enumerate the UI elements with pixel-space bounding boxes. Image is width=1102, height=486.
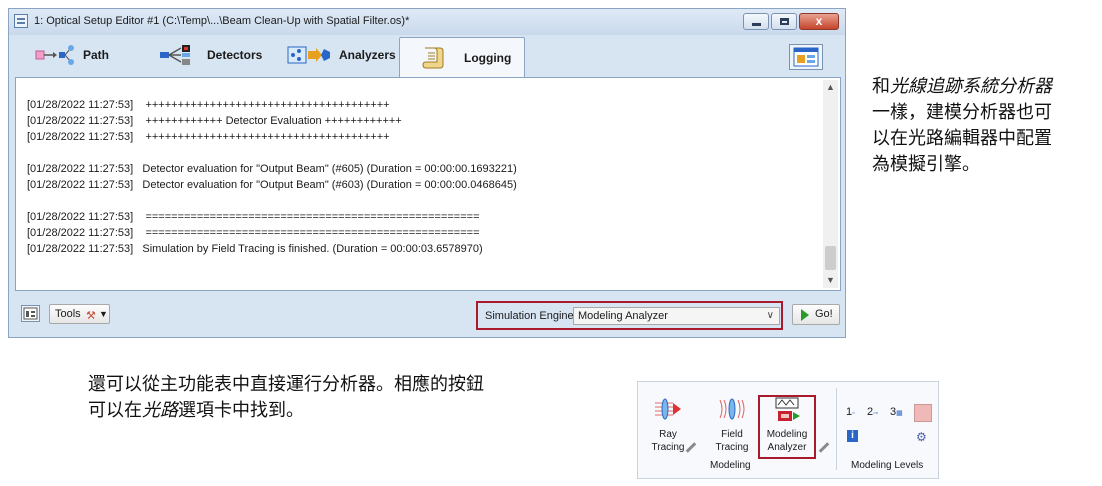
group-label-modeling-levels: Modeling Levels [851, 460, 924, 471]
level-2-button[interactable]: 2▫▫ [867, 406, 878, 418]
go-label: Go! [815, 308, 833, 320]
title-bar[interactable]: 1: Optical Setup Editor #1 (C:\Temp\...\… [9, 9, 845, 35]
side-note-line-3: 以在光路編輯器中配置 [872, 128, 1052, 149]
side-note: 和光線追跡系統分析器 一樣，建模分析器也可 以在光路編輯器中配置 為模擬引擎。 [872, 74, 1092, 178]
group-separator [836, 388, 837, 470]
side-note-line-4: 為模擬引擎。 [872, 154, 980, 175]
level-3-button[interactable]: 3▦ [890, 406, 903, 418]
scroll-down-icon[interactable]: ▼ [823, 273, 838, 288]
log-line: [01/28/2022 11:27:53] Detector evaluatio… [27, 179, 517, 191]
path-icon [35, 45, 74, 65]
chevron-down-icon: ▼ [99, 309, 108, 319]
ray-tracing-button[interactable]: Ray Tracing [646, 396, 690, 454]
analyzers-icon [287, 46, 330, 64]
group-label-modeling: Modeling [710, 460, 751, 471]
window-layout-icon[interactable] [789, 44, 823, 70]
simulation-engine-value: Modeling Analyzer [578, 310, 668, 322]
bottom-note: 還可以從主功能表中直接運行分析器。相應的按鈕 可以在光路選項卡中找到。 [88, 372, 484, 424]
ribbon-path-tab: Ray Tracing Field Tracing Modeling Analy… [637, 381, 939, 479]
info-glyph: i [851, 430, 854, 441]
scroll-thumb[interactable] [825, 246, 836, 270]
side-note-line-1: 和光線追跡系統分析器 [872, 74, 1092, 100]
tab-analyzers[interactable]: Analyzers [277, 37, 403, 73]
chevron-down-icon: ∨ [766, 310, 774, 321]
modeling-analyzer-icon [775, 397, 800, 421]
ray-tracing-icon [655, 398, 681, 420]
log-scrollbar[interactable]: ▲ ▼ [823, 80, 838, 288]
bottom-note-line-1: 還可以從主功能表中直接運行分析器。相應的按鈕 [88, 374, 484, 395]
logging-scroll-icon [422, 47, 444, 68]
dialog-icon [23, 307, 38, 320]
field-tracing-label-1: Field [721, 429, 743, 440]
level-3-icon: ▦ [896, 410, 903, 417]
bottom-note-text: 可以在 [88, 400, 142, 421]
tab-logging[interactable]: Logging [399, 37, 525, 77]
level-2-icon: ▫▫ [873, 410, 879, 417]
level-1-button[interactable]: 1▫ [846, 406, 855, 418]
editor-window-icon [14, 14, 28, 28]
field-tracing-label-2: Tracing [715, 442, 749, 453]
bottom-note-emphasis: 光路 [142, 400, 178, 421]
minimize-button[interactable] [743, 13, 769, 30]
optical-setup-editor-window: 1: Optical Setup Editor #1 (C:\Temp\...\… [8, 8, 846, 338]
log-line: [01/28/2022 11:27:53] ++++++++++++ Detec… [27, 115, 402, 127]
simulation-engine-group: Simulation Engine Modeling Analyzer ∨ [476, 301, 783, 330]
caption-buttons: x [743, 13, 839, 30]
modeling-analyzer-edit-icon[interactable] [818, 442, 830, 453]
editor-bottom-bar: Tools ⚒ ▼ Simulation Engine Modeling Ana… [15, 299, 841, 333]
maximize-button[interactable] [771, 13, 797, 30]
log-line: [01/28/2022 11:27:53] ==================… [27, 211, 480, 223]
tools-label: Tools [55, 308, 81, 320]
log-line: [01/28/2022 11:27:53] ++++++++++++++++++… [27, 99, 390, 111]
log-line: [01/28/2022 11:27:53] ++++++++++++++++++… [27, 131, 390, 143]
field-tracing-icon [719, 398, 745, 420]
go-button[interactable]: Go! [792, 304, 840, 325]
level-tools-icon[interactable]: ⚙ [916, 430, 927, 444]
scroll-up-icon[interactable]: ▲ [823, 80, 838, 95]
layout-icon [793, 47, 819, 67]
window-title: 1: Optical Setup Editor #1 (C:\Temp\...\… [34, 15, 410, 27]
tab-label: Analyzers [339, 48, 396, 62]
bottom-note-text: 選項卡中找到。 [178, 400, 304, 421]
close-button[interactable]: x [799, 13, 839, 30]
tools-wrench-icon: ⚒ [86, 310, 96, 322]
info-icon[interactable]: i [847, 430, 858, 442]
simulation-engine-label: Simulation Engine [485, 310, 574, 322]
ray-tracing-label-1: Ray [659, 429, 677, 440]
side-note-text: 和 [872, 76, 890, 97]
modeling-analyzer-label-1: Modeling [766, 429, 808, 440]
simulation-engine-select[interactable]: Modeling Analyzer ∨ [573, 307, 780, 325]
tab-label: Detectors [207, 48, 263, 62]
settings-dialog-icon[interactable] [21, 305, 40, 322]
tools-dropdown-button[interactable]: Tools ⚒ ▼ [49, 304, 110, 324]
modeling-analyzer-button[interactable]: Modeling Analyzer [760, 396, 814, 454]
tab-detectors[interactable]: Detectors [149, 37, 269, 73]
tab-label: Path [83, 48, 110, 62]
play-icon [801, 309, 809, 321]
level-1-icon: ▫ [852, 410, 855, 417]
log-line: [01/28/2022 11:27:53] Detector evaluatio… [27, 163, 517, 175]
field-tracing-button[interactable]: Field Tracing [710, 396, 754, 454]
level-settings-icon[interactable] [914, 404, 932, 422]
log-line: [01/28/2022 11:27:53] Simulation by Fiel… [27, 243, 483, 255]
close-icon: x [815, 14, 823, 28]
editor-tabs: Path Detectors Analyzers Logging [15, 37, 839, 77]
tab-label: Logging [464, 50, 512, 65]
side-note-emphasis: 光線追跡系統分析器 [890, 76, 1052, 97]
bottom-note-line-2: 可以在光路選項卡中找到。 [88, 398, 484, 424]
ray-tracing-label-2: Tracing [651, 442, 685, 453]
tab-path[interactable]: Path [25, 37, 145, 73]
detectors-icon [160, 45, 190, 65]
modeling-analyzer-label-2: Analyzer [767, 442, 807, 453]
side-note-line-2: 一樣，建模分析器也可 [872, 102, 1052, 123]
logging-panel[interactable]: [01/28/2022 11:27:53] ++++++++++++++++++… [15, 77, 841, 291]
log-line: [01/28/2022 11:27:53] ==================… [27, 227, 480, 239]
